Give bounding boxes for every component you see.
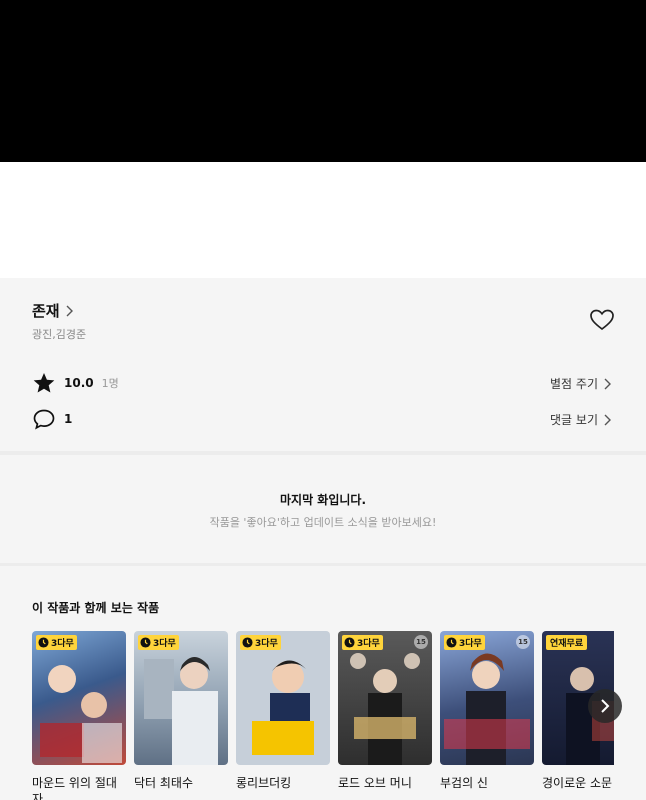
viewer-blank-area	[0, 162, 646, 278]
cover-thumbnail: 3다무	[236, 631, 330, 765]
series-title-link[interactable]: 존재	[32, 300, 74, 321]
last-episode-subtitle: 작품을 '좋아요'하고 업데이트 소식을 받아보세요!	[209, 516, 437, 529]
comments-button[interactable]: 댓글 보기	[550, 411, 612, 428]
rate-button-label: 별점 주기	[550, 377, 598, 391]
comment-icon	[33, 409, 55, 430]
recommendation-card[interactable]: 3다무 롱리브더킹	[236, 631, 330, 791]
cover-art	[40, 665, 122, 763]
free-badge: 3다무	[342, 635, 383, 650]
cover-art	[236, 631, 330, 765]
cover-thumbnail: 3다무 15	[440, 631, 534, 765]
recommendation-card[interactable]: 3다무 마운드 위의 절대자	[32, 631, 126, 800]
comment-count: 1	[64, 412, 73, 426]
recommendations-section: 이 작품과 함께 보는 작품 3다무 마운드 위의 절대자 3다무 닥터 최태수…	[0, 566, 646, 800]
cover-art	[444, 653, 530, 765]
rating-row: 10.0 1명	[32, 372, 119, 394]
cover-thumbnail: 3다무 15	[338, 631, 432, 765]
star-icon	[33, 373, 55, 393]
cover-thumbnail: 3다무	[134, 631, 228, 765]
clock-icon	[38, 637, 49, 648]
free-badge: 3다무	[36, 635, 77, 650]
age-rating-badge: 15	[516, 635, 530, 649]
card-title: 닥터 최태수	[134, 776, 194, 790]
rating-value: 10.0	[64, 376, 94, 390]
carousel-next-button[interactable]	[588, 689, 622, 723]
card-title: 부검의 신	[440, 776, 488, 790]
card-title: 로드 오브 머니	[338, 776, 412, 790]
last-episode-notice: 마지막 화입니다. 작품을 '좋아요'하고 업데이트 소식을 받아보세요!	[0, 455, 646, 563]
series-authors: 광진,김경준	[32, 328, 87, 341]
heart-icon[interactable]	[589, 308, 615, 332]
clock-icon	[446, 637, 457, 648]
free-badge: 3다무	[444, 635, 485, 650]
card-title: 마운드 위의 절대자	[32, 776, 117, 800]
free-badge: 3다무	[138, 635, 179, 650]
recommendations-heading: 이 작품과 함께 보는 작품	[32, 601, 160, 615]
series-title: 존재	[32, 302, 60, 320]
cover-art	[144, 657, 218, 765]
comment-row: 1	[32, 408, 72, 430]
chevron-right-icon	[604, 414, 611, 425]
free-serial-badge: 연재무료	[546, 635, 588, 650]
free-badge: 3다무	[240, 635, 281, 650]
clock-icon	[140, 637, 151, 648]
cover-thumbnail: 3다무	[32, 631, 126, 765]
series-info-panel: 존재 광진,김경준 10.0 1명 별점 주기 1 댓글 보기	[0, 278, 646, 451]
chevron-right-icon	[604, 378, 611, 389]
recommendation-card[interactable]: 3다무 닥터 최태수	[134, 631, 228, 791]
comments-button-label: 댓글 보기	[550, 413, 598, 427]
chevron-right-icon	[601, 699, 610, 713]
age-rating-badge: 15	[414, 635, 428, 649]
rating-count: 1명	[101, 377, 119, 390]
rate-button[interactable]: 별점 주기	[550, 375, 612, 392]
card-title: 롱리브더킹	[236, 776, 292, 790]
chevron-right-icon	[66, 305, 73, 316]
card-title: 경이로운 소문	[542, 776, 613, 790]
clock-icon	[242, 637, 253, 648]
recommendation-carousel: 3다무 마운드 위의 절대자 3다무 닥터 최태수 3다무 롱리브더킹 3다무 …	[32, 631, 614, 800]
recommendation-card[interactable]: 3다무 15 로드 오브 머니	[338, 631, 432, 791]
last-episode-title: 마지막 화입니다.	[279, 493, 367, 507]
cover-art	[350, 653, 420, 765]
recommendation-card[interactable]: 3다무 15 부검의 신	[440, 631, 534, 791]
clock-icon	[344, 637, 355, 648]
viewer-image-area	[0, 0, 646, 162]
